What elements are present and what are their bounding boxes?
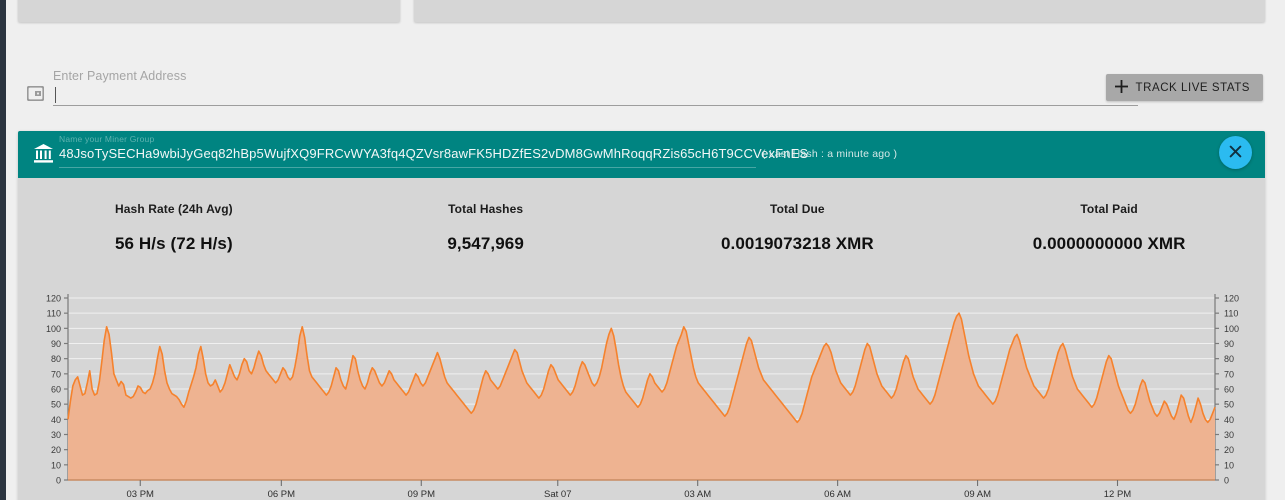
stat-value: 0.0000000000 XMR (1032, 234, 1186, 253)
svg-text:60: 60 (51, 385, 61, 395)
miner-stats-page: Enter Payment Address TRACK LIVE STATS N… (0, 0, 1285, 500)
payment-address-label: Enter Payment Address (53, 69, 187, 83)
text-caret (55, 87, 56, 103)
svg-text:50: 50 (1224, 400, 1234, 410)
svg-text:30: 30 (51, 430, 61, 440)
svg-text:60: 60 (1224, 385, 1234, 395)
stat-value: 56 H/s (72 H/s) (115, 234, 233, 253)
miner-wallet-address[interactable]: 48JsoTySECHa9wbiJyGeq82hBp5WujfXQ9FRCvWY… (59, 146, 808, 161)
svg-text:120: 120 (1224, 294, 1239, 304)
svg-text:12 PM: 12 PM (1104, 489, 1132, 500)
stat-value: 9,547,969 (447, 234, 524, 253)
close-button[interactable] (1219, 136, 1252, 169)
svg-text:03 PM: 03 PM (127, 489, 155, 500)
svg-text:50: 50 (51, 400, 61, 410)
top-card-right (414, 0, 1265, 22)
wallet-icon (26, 85, 45, 102)
svg-text:10: 10 (51, 460, 61, 470)
stat-title: Total Due (770, 202, 825, 216)
payment-address-row: Enter Payment Address TRACK LIVE STATS (0, 30, 1285, 106)
plus-icon (1114, 79, 1128, 96)
svg-text:10: 10 (1224, 460, 1234, 470)
last-hash-status: ( Last Hash : a minute ago ) (762, 148, 898, 160)
payment-address-input[interactable] (53, 85, 1138, 106)
svg-text:80: 80 (1224, 354, 1234, 364)
stats-summary-row: Hash Rate (24h Avg) 56 H/s (72 H/s) Tota… (18, 178, 1265, 254)
svg-text:90: 90 (51, 339, 61, 349)
svg-text:20: 20 (1224, 445, 1234, 455)
hashrate-chart-svg: 0 10 20 30 40 50 60 70 80 90 100 110 120 0 10 20 30 40 50 6… (46, 294, 1239, 500)
svg-text:30: 30 (1224, 430, 1234, 440)
hashrate-chart: 0 10 20 30 40 50 60 70 80 90 100 110 120 0 10 20 30 40 50 6… (18, 280, 1265, 500)
svg-text:06 PM: 06 PM (268, 489, 296, 500)
miner-group-banner: Name your Miner Group 48JsoTySECHa9wbiJy… (18, 131, 1265, 178)
svg-text:120: 120 (46, 294, 61, 304)
svg-text:90: 90 (1224, 339, 1234, 349)
svg-text:40: 40 (1224, 415, 1234, 425)
miner-group-label: Name your Miner Group (59, 134, 155, 144)
track-live-stats-button[interactable]: TRACK LIVE STATS (1105, 74, 1263, 101)
stat-hash-rate: Hash Rate (24h Avg) 56 H/s (72 H/s) (18, 202, 330, 254)
top-cards-region (18, 0, 1265, 22)
svg-text:70: 70 (51, 369, 61, 379)
svg-text:40: 40 (51, 415, 61, 425)
svg-text:110: 110 (1224, 309, 1238, 319)
svg-text:03 AM: 03 AM (684, 489, 711, 500)
svg-text:100: 100 (1224, 324, 1239, 334)
address-underline (59, 167, 756, 168)
svg-text:09 AM: 09 AM (964, 489, 991, 500)
stat-total-paid: Total Paid 0.0000000000 XMR (953, 202, 1265, 254)
top-card-left (18, 0, 400, 22)
close-icon (1228, 144, 1243, 162)
stat-title: Hash Rate (24h Avg) (115, 202, 233, 216)
svg-text:06 AM: 06 AM (824, 489, 851, 500)
svg-text:100: 100 (46, 324, 61, 334)
stat-title: Total Paid (1080, 202, 1138, 216)
stat-value: 0.0019073218 XMR (720, 234, 874, 253)
bank-icon (33, 143, 54, 169)
svg-text:Sat 07: Sat 07 (544, 489, 571, 500)
svg-text:70: 70 (1224, 369, 1234, 379)
svg-text:80: 80 (51, 354, 61, 364)
miner-stats-card: Name your Miner Group 48JsoTySECHa9wbiJy… (18, 131, 1265, 500)
stat-total-due: Total Due 0.0019073218 XMR (642, 202, 954, 254)
svg-text:20: 20 (51, 445, 61, 455)
track-live-stats-label: TRACK LIVE STATS (1135, 81, 1250, 94)
svg-text:0: 0 (1224, 476, 1229, 486)
stat-title: Total Hashes (448, 202, 524, 216)
svg-text:0: 0 (56, 476, 61, 486)
svg-text:110: 110 (47, 309, 61, 319)
stat-total-hashes: Total Hashes 9,547,969 (330, 202, 642, 254)
svg-text:09 PM: 09 PM (408, 489, 436, 500)
